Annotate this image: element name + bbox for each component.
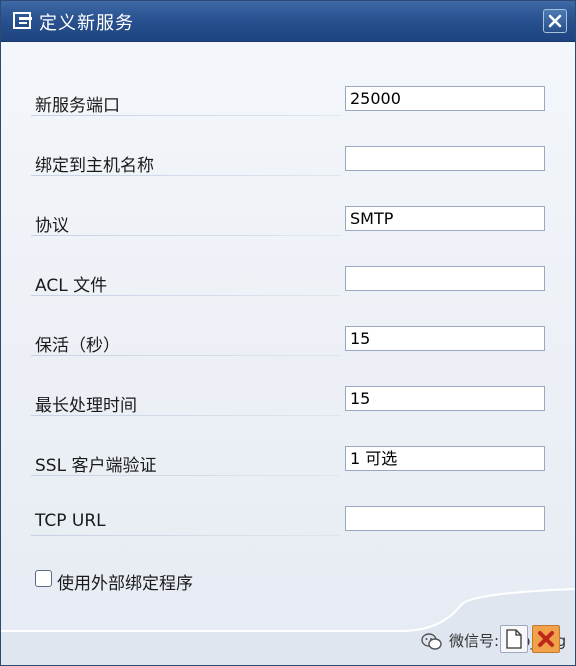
ssl-client-verification-select[interactable]: 1 可选: [345, 446, 545, 471]
cancel-button[interactable]: [532, 625, 560, 653]
close-icon: [548, 14, 562, 28]
field-label: 协议: [35, 216, 69, 236]
port-input[interactable]: 25000: [345, 86, 545, 111]
dialog-icon: [13, 12, 32, 29]
protocol-input[interactable]: SMTP: [345, 206, 545, 231]
new-document-icon: [506, 629, 522, 649]
field-separator: [31, 415, 341, 416]
field-label: 保活（秒）: [35, 336, 120, 356]
field-row-protocol: 协议 SMTP: [31, 204, 547, 236]
field-separator: [31, 115, 341, 116]
field-separator: [31, 295, 341, 296]
dialog-title: 定义新服务: [39, 13, 134, 34]
define-new-service-dialog: 定义新服务 新服务端口 25000 绑定到主机名称 协议 SMTP ACL 文件: [0, 0, 576, 666]
field-separator: [31, 475, 341, 476]
footer-decoration: [1, 588, 575, 665]
tcp-url-input[interactable]: [345, 506, 545, 531]
field-label: TCP URL: [35, 511, 106, 531]
close-button[interactable]: [543, 9, 567, 33]
title-bar[interactable]: 定义新服务: [1, 1, 575, 42]
acl-file-input[interactable]: [345, 266, 545, 291]
field-label: 绑定到主机名称: [35, 156, 154, 176]
field-separator: [31, 235, 341, 236]
field-separator: [31, 535, 341, 536]
host-name-input[interactable]: [345, 146, 545, 171]
field-label: SSL 客户端验证: [35, 456, 157, 476]
new-button[interactable]: [500, 625, 528, 653]
field-row-acl: ACL 文件: [31, 264, 547, 296]
max-processing-time-input[interactable]: 15: [345, 386, 545, 411]
field-row-max-processing-time: 最长处理时间 15: [31, 384, 547, 416]
field-separator: [31, 175, 341, 176]
field-row-port: 新服务端口 25000: [31, 84, 547, 116]
field-label: 最长处理时间: [35, 396, 137, 416]
field-label: ACL 文件: [35, 276, 108, 296]
wechat-icon: [421, 632, 442, 650]
field-separator: [31, 355, 341, 356]
dialog-body: 新服务端口 25000 绑定到主机名称 协议 SMTP ACL 文件 保活（秒）…: [1, 42, 575, 665]
field-label: 新服务端口: [35, 96, 120, 116]
cancel-icon: [538, 631, 554, 647]
keepalive-input[interactable]: 15: [345, 326, 545, 351]
field-row-ssl-client-verification: SSL 客户端验证 1 可选: [31, 444, 547, 476]
field-row-tcp-url: TCP URL: [31, 504, 547, 536]
field-row-keepalive: 保活（秒） 15: [31, 324, 547, 356]
field-row-host: 绑定到主机名称: [31, 144, 547, 176]
